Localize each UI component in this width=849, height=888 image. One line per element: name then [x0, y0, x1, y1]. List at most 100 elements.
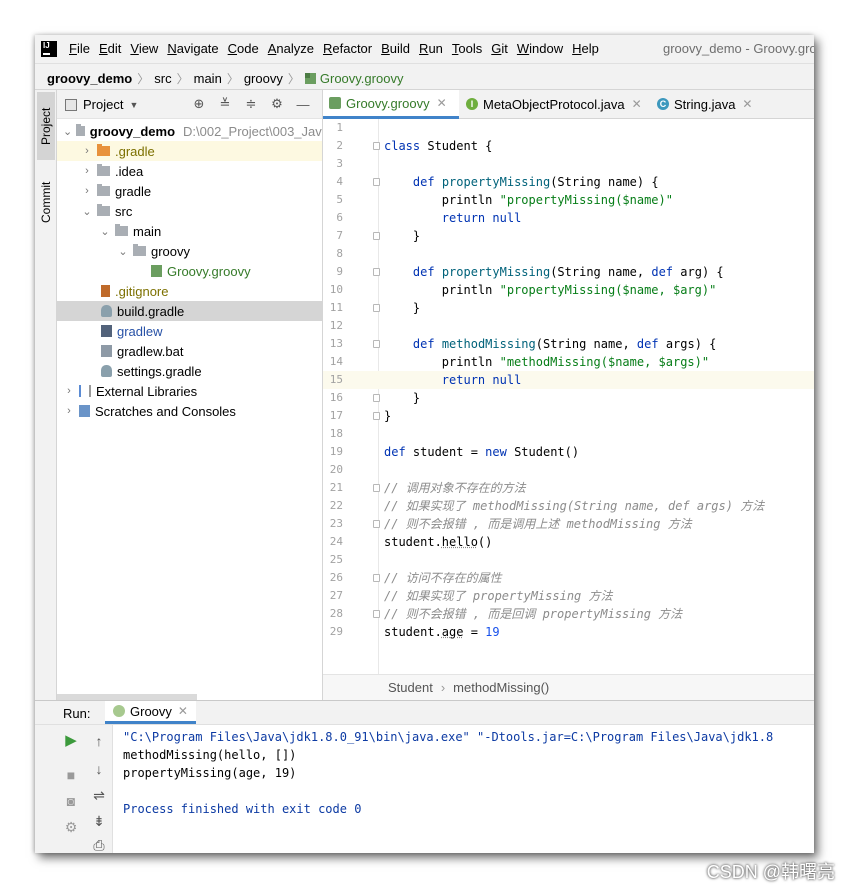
run-tab-groovy[interactable]: Groovy ✕ [105, 701, 196, 724]
breadcrumb-class[interactable]: Student [388, 680, 433, 695]
fold-marker-icon[interactable] [373, 412, 380, 420]
tree-item-build-gradle[interactable]: build.gradle [57, 301, 322, 321]
tree-item-groovy-dir[interactable]: ⌄ groovy [57, 241, 322, 261]
close-icon[interactable]: ✕ [632, 97, 642, 111]
chevron-down-icon[interactable]: ⌄ [117, 245, 129, 258]
menu-git[interactable]: Git [491, 41, 508, 56]
fold-marker-icon[interactable] [373, 268, 380, 276]
chevron-right-icon[interactable]: › [81, 185, 93, 197]
stop-icon[interactable]: ■ [61, 765, 81, 785]
code-line: 5 println "propertyMissing($name)" [323, 191, 814, 209]
run-panel: Run: Groovy ✕ ▶ ↑ ■ ↓ ◙ ⇌ ⚙ ⇟ ⎙ "C:\Prog… [35, 700, 814, 853]
menu-navigate[interactable]: Navigate [167, 41, 218, 56]
comment: // 访问不存在的属性 [384, 571, 502, 585]
chevron-right-icon[interactable]: › [63, 405, 75, 417]
menu-window[interactable]: Window [517, 41, 563, 56]
menu-code[interactable]: Code [228, 41, 259, 56]
code-editor[interactable]: 1 2 class Student { 3 4 def propertyMissi… [323, 119, 814, 674]
fold-marker-icon[interactable] [373, 142, 380, 150]
fold-marker-icon[interactable] [373, 610, 380, 618]
crumb-project[interactable]: groovy_demo [47, 71, 132, 86]
crumb-groovy[interactable]: groovy [244, 71, 283, 86]
tree-item-gradlew-bat[interactable]: gradlew.bat [57, 341, 322, 361]
tab-groovy-groovy[interactable]: Groovy.groovy ✕ [323, 90, 459, 119]
fold-marker-icon[interactable] [373, 232, 380, 240]
menu-view[interactable]: View [130, 41, 158, 56]
tree-item-external-libraries[interactable]: › External Libraries [57, 381, 322, 401]
scroll-to-end-icon[interactable]: ⇟ [89, 811, 109, 831]
expand-all-icon[interactable]: ≚ [216, 96, 234, 112]
chevron-down-icon[interactable]: ⌄ [63, 125, 72, 138]
scratches-icon [79, 405, 90, 417]
menu-tools[interactable]: Tools [452, 41, 482, 56]
chevron-right-icon[interactable]: › [63, 385, 75, 397]
run-toolbar: ▶ ↑ ■ ↓ ◙ ⇌ ⚙ ⇟ ⎙ [35, 725, 113, 853]
breadcrumb: groovy_demo 〉 src 〉 main 〉 groovy 〉 Groo… [47, 70, 403, 87]
tab-string-java[interactable]: C String.java ✕ [651, 90, 761, 118]
tree-item-settings-gradle[interactable]: settings.gradle [57, 361, 322, 381]
code-line: 16 } [323, 389, 814, 407]
arrow-up-icon[interactable]: ↑ [89, 731, 109, 751]
project-tool-tab[interactable]: Project [37, 92, 55, 160]
breadcrumb-method[interactable]: methodMissing() [453, 680, 549, 695]
menu-run[interactable]: Run [419, 41, 443, 56]
code-line: 6 return null [323, 209, 814, 227]
crumb-main[interactable]: main [194, 71, 222, 86]
tree-item-gradle-dir[interactable]: › .gradle [57, 141, 322, 161]
tree-item-groovy-demo[interactable]: ⌄ groovy_demo D:\002_Project\003_Java [57, 121, 322, 141]
folder-icon [133, 244, 146, 256]
menu-analyze[interactable]: Analyze [268, 41, 314, 56]
crumb-file[interactable]: Groovy.groovy [320, 71, 404, 86]
restore-layout-icon[interactable]: ⚙ [61, 817, 81, 837]
menu-edit[interactable]: Edit [99, 41, 121, 56]
chevron-down-icon: ▼ [129, 99, 139, 110]
close-icon[interactable]: ✕ [437, 96, 447, 110]
collapse-all-icon[interactable]: ≑ [242, 96, 260, 112]
console-output[interactable]: "C:\Program Files\Java\jdk1.8.0_91\bin\j… [123, 728, 814, 818]
chevron-down-icon[interactable]: ⌄ [81, 205, 93, 218]
fold-marker-icon[interactable] [373, 304, 380, 312]
print-icon[interactable]: ⎙ [89, 835, 109, 853]
tree-item-gradlew[interactable]: gradlew [57, 321, 322, 341]
fold-marker-icon[interactable] [373, 340, 380, 348]
commit-tool-tab[interactable]: Commit [37, 168, 55, 236]
menu-build[interactable]: Build [381, 41, 410, 56]
fold-marker-icon[interactable] [373, 484, 380, 492]
fold-marker-icon[interactable] [373, 394, 380, 402]
locate-file-icon[interactable]: ⊕ [190, 96, 208, 112]
tree-item-gitignore[interactable]: .gitignore [57, 281, 322, 301]
arrow-down-icon[interactable]: ↓ [89, 759, 109, 779]
fold-marker-icon[interactable] [373, 178, 380, 186]
tree-item-src[interactable]: ⌄ src [57, 201, 322, 221]
code-text: student = [405, 445, 486, 459]
chevron-down-icon[interactable]: ⌄ [99, 225, 111, 238]
fold-marker-icon[interactable] [373, 520, 380, 528]
soft-wrap-icon[interactable]: ⇌ [89, 785, 109, 805]
chevron-right-icon[interactable]: › [81, 145, 93, 157]
fold-marker-icon[interactable] [373, 574, 380, 582]
menu-help[interactable]: Help [572, 41, 599, 56]
rerun-icon[interactable]: ▶ [61, 731, 81, 751]
close-icon[interactable]: ✕ [742, 97, 752, 111]
tree-item-scratches[interactable]: › Scratches and Consoles [57, 401, 322, 421]
camera-icon[interactable]: ◙ [61, 791, 81, 811]
tree-item-gradle[interactable]: › gradle [57, 181, 322, 201]
tree-item-groovy-file[interactable]: Groovy.groovy [57, 261, 322, 281]
code-text: (String name, [550, 265, 652, 279]
project-view-selector[interactable]: Project ▼ [65, 97, 138, 112]
tree-item-idea[interactable]: › .idea [57, 161, 322, 181]
menu-file[interactable]: File [69, 41, 90, 56]
crumb-src[interactable]: src [154, 71, 171, 86]
chevron-right-icon[interactable]: › [81, 165, 93, 177]
folder-icon [97, 164, 110, 176]
line-number: 26 [329, 571, 343, 584]
line-number: 21 [329, 481, 343, 494]
tree-item-main[interactable]: ⌄ main [57, 221, 322, 241]
minimize-icon[interactable]: — [294, 97, 312, 112]
close-icon[interactable]: ✕ [178, 704, 188, 718]
tab-metaobjectprotocol[interactable]: I MetaObjectProtocol.java ✕ [460, 90, 650, 118]
menu-refactor[interactable]: Refactor [323, 41, 372, 56]
gear-icon[interactable]: ⚙ [268, 96, 286, 112]
code-line: 26 // 访问不存在的属性 [323, 569, 814, 587]
